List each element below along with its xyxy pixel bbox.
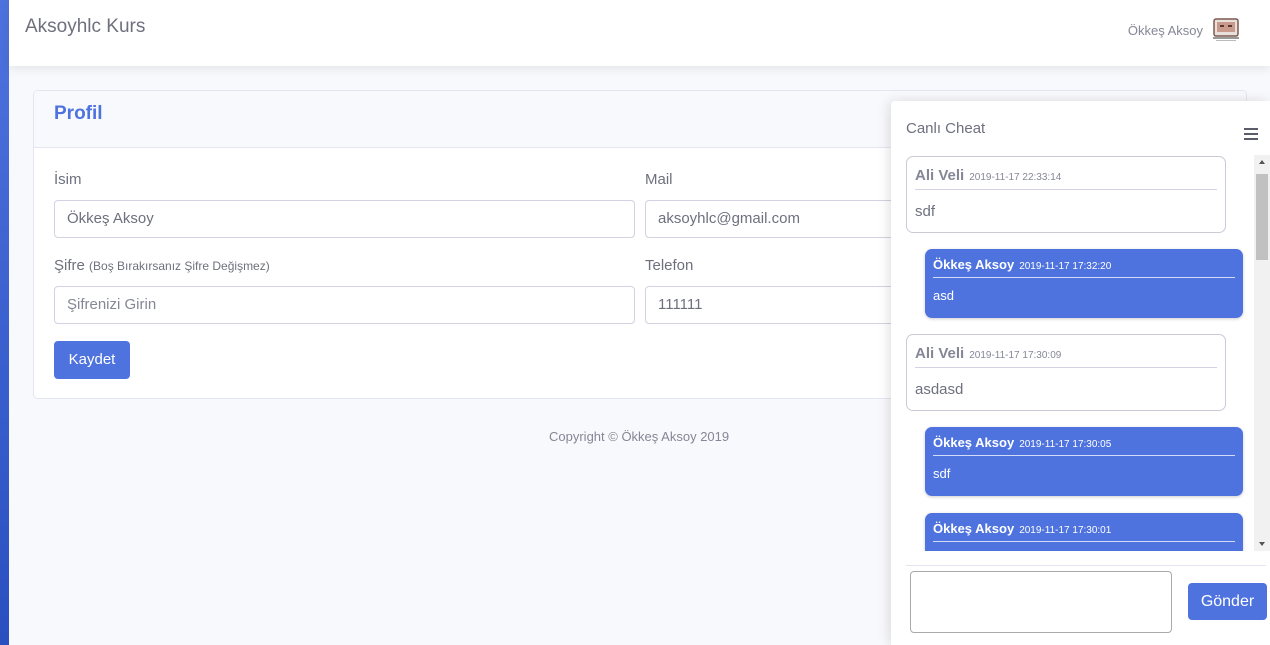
password-hint: (Boş Bırakırsanız Şifre Değişmez): [89, 259, 270, 273]
send-button[interactable]: Gönder: [1188, 583, 1267, 620]
chat-divider: [906, 565, 1266, 566]
menu-icon[interactable]: [1244, 128, 1258, 140]
chat-scrollbar[interactable]: [1254, 155, 1270, 551]
sidebar-edge: [0, 0, 9, 645]
chat-title: Canlı Cheat: [906, 120, 986, 137]
message-time: 2019-11-17 17:32:20: [1019, 261, 1112, 272]
scroll-up-arrow-icon[interactable]: [1259, 160, 1265, 164]
brand-title[interactable]: Aksoyhlc Kurs: [25, 16, 145, 38]
message-sender: Ökkeş Aksoy: [933, 435, 1015, 450]
scroll-thumb[interactable]: [1256, 174, 1268, 260]
message-header: Ali Veli 2019-11-17 22:33:14: [915, 167, 1217, 190]
chat-message: Ökkeş Aksoy 2019-11-17 17:30:01: [925, 513, 1243, 551]
message-time: 2019-11-17 17:30:01: [1019, 525, 1112, 536]
chat-message: Ökkeş Aksoy 2019-11-17 17:30:05 sdf: [925, 427, 1243, 496]
user-avatar-icon[interactable]: [1212, 18, 1240, 42]
message-time: 2019-11-17 17:30:05: [1019, 439, 1112, 450]
footer-copyright: Copyright © Ökkeş Aksoy 2019: [549, 429, 730, 444]
phone-label: Telefon: [645, 257, 694, 274]
chat-panel: Canlı Cheat Ali Veli 2019-11-17 22:33:14 …: [891, 101, 1270, 645]
message-sender: Ali Veli: [915, 167, 965, 184]
mail-label: Mail: [645, 171, 673, 188]
message-sender: Ökkeş Aksoy: [933, 521, 1015, 536]
message-sender: Ali Veli: [915, 345, 965, 362]
message-header: Ökkeş Aksoy 2019-11-17 17:32:20: [933, 256, 1235, 278]
message-header: Ökkeş Aksoy 2019-11-17 17:30:01: [933, 520, 1235, 542]
message-header: Ali Veli 2019-11-17 17:30:09: [915, 345, 1217, 368]
message-time: 2019-11-17 22:33:14: [969, 172, 1062, 183]
message-text: asdasd: [915, 381, 964, 398]
message-text: asd: [933, 288, 954, 303]
password-label-text: Şifre: [54, 257, 85, 274]
message-time: 2019-11-17 17:30:09: [969, 350, 1062, 361]
scroll-down-arrow-icon[interactable]: [1259, 542, 1265, 546]
name-input[interactable]: Ökkeş Aksoy: [54, 200, 635, 238]
message-text: sdf: [933, 466, 951, 481]
message-sender: Ökkeş Aksoy: [933, 257, 1015, 272]
chat-message-input[interactable]: [910, 571, 1172, 633]
name-label: İsim: [54, 171, 82, 188]
message-text: sdf: [915, 203, 936, 220]
chat-message: Ali Veli 2019-11-17 22:33:14 sdf: [906, 156, 1226, 233]
message-header: Ökkeş Aksoy 2019-11-17 17:30:05: [933, 434, 1235, 456]
chat-message: Ökkeş Aksoy 2019-11-17 17:32:20 asd: [925, 249, 1243, 318]
chat-message: Ali Veli 2019-11-17 17:30:09 asdasd: [906, 334, 1226, 411]
topbar: Aksoyhlc Kurs Ökkeş Aksoy: [9, 0, 1270, 66]
chat-messages: Ali Veli 2019-11-17 22:33:14 sdf Ökkeş Ak…: [891, 151, 1253, 551]
user-name[interactable]: Ökkeş Aksoy: [1128, 23, 1203, 38]
password-label: Şifre (Boş Bırakırsanız Şifre Değişmez): [54, 257, 270, 274]
save-button[interactable]: Kaydet: [54, 341, 130, 379]
password-input[interactable]: Şifrenizi Girin: [54, 286, 635, 324]
